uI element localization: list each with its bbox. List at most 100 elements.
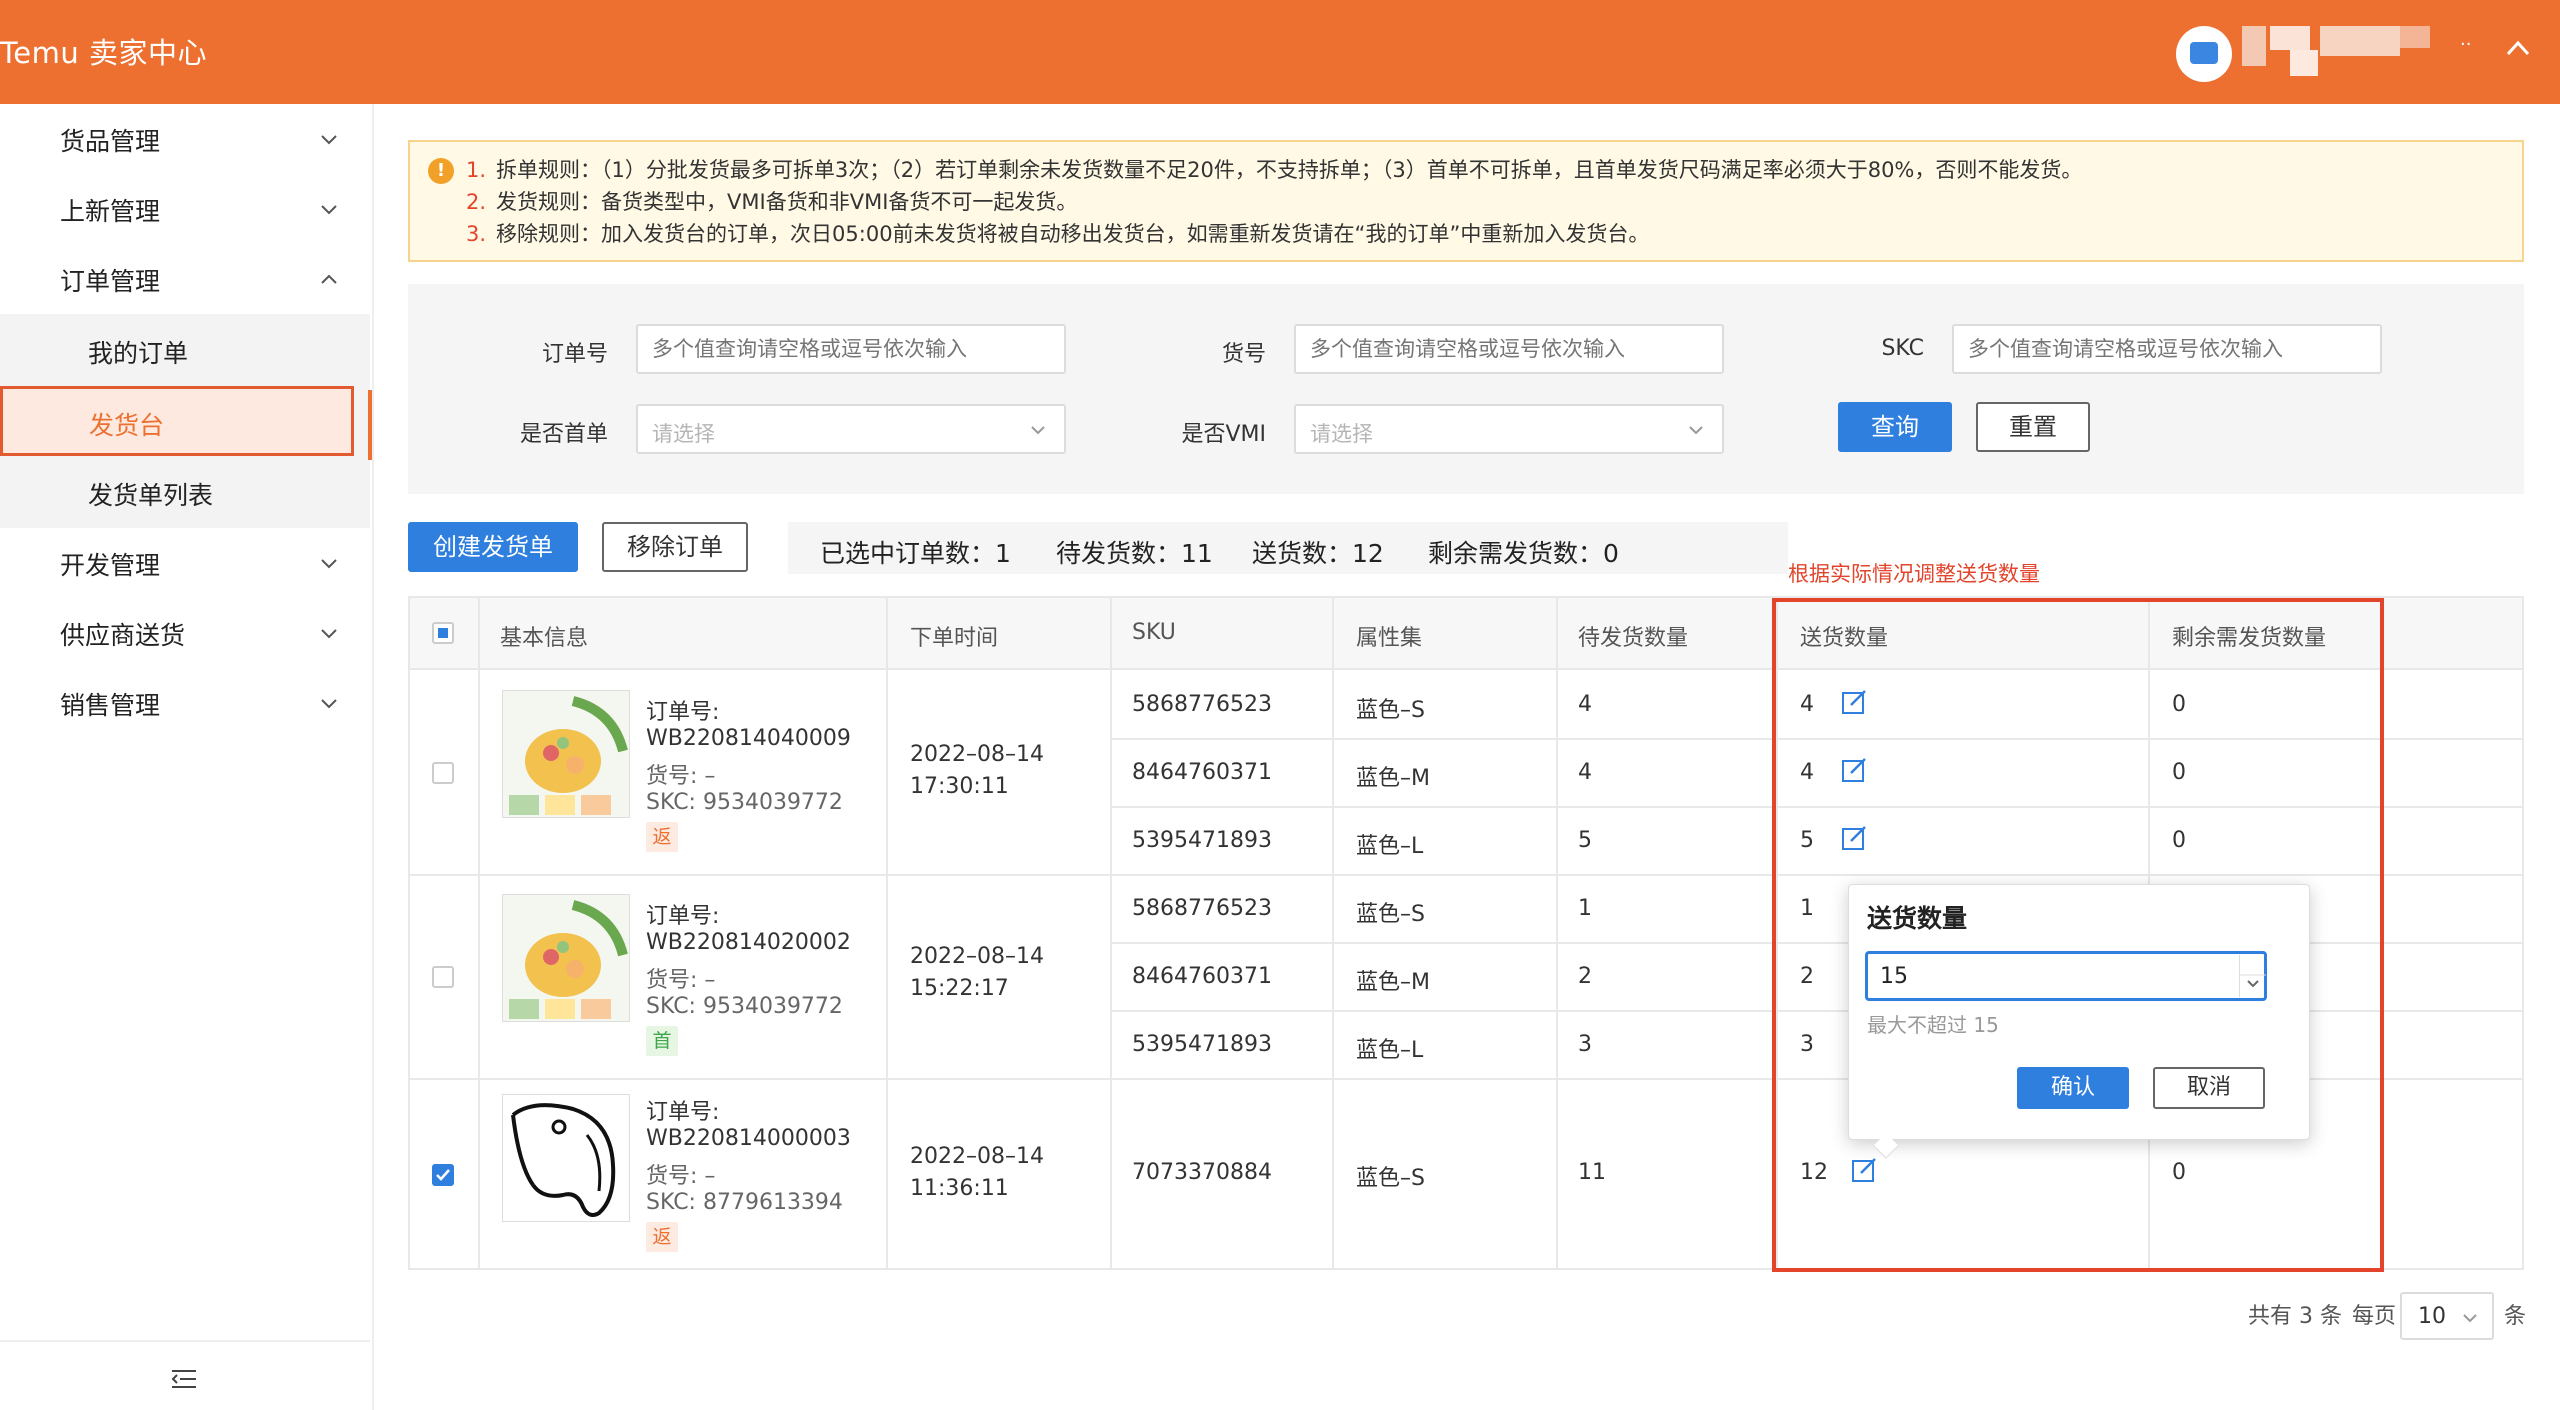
pending-qty: 3	[1578, 1032, 1592, 1057]
sidebar-item-label: 我的订单	[88, 339, 189, 368]
sidebar-item-my-orders[interactable]: 我的订单	[0, 314, 370, 384]
confirm-button[interactable]: 确认	[2017, 1067, 2129, 1109]
sku: 5395471893	[1132, 1032, 1272, 1057]
sidebar-item-label: 货品管理	[60, 127, 161, 156]
chevron-down-icon	[321, 559, 337, 569]
order-no-input[interactable]	[636, 324, 1066, 374]
per-page-label: 每页	[2352, 1304, 2397, 1329]
sidebar-item-label: 发货台	[89, 411, 165, 440]
first-order-select[interactable]: 请选择	[636, 404, 1066, 454]
col-divider	[1556, 598, 1558, 1268]
col-divider	[1110, 598, 1112, 1268]
row-checkbox[interactable]	[432, 1164, 454, 1186]
col-divider	[1332, 598, 1334, 1268]
orders-submenu: 我的订单 发货台 发货单列表	[0, 314, 370, 528]
chevron-down-icon	[1689, 426, 1703, 435]
tea-product-image	[503, 691, 629, 817]
active-indicator	[368, 390, 372, 460]
reset-button[interactable]: 重置	[1976, 402, 2090, 452]
page-size-select[interactable]: 10	[2400, 1292, 2494, 1340]
sidebar-item-label: 订单管理	[60, 267, 161, 296]
max-hint: 最大不超过 15	[1867, 1013, 1999, 1037]
chevron-up-icon[interactable]	[2500, 30, 2536, 66]
pending-qty: 4	[1578, 692, 1592, 717]
row-checkbox[interactable]	[432, 762, 454, 784]
ship-qty-input[interactable]	[1865, 951, 2267, 1001]
remove-order-button[interactable]: 移除订单	[602, 522, 748, 572]
attribute: 蓝色–L	[1356, 1038, 1424, 1063]
sidebar-item-sales[interactable]: 销售管理	[0, 668, 370, 738]
vmi-select[interactable]: 请选择	[1294, 404, 1724, 454]
return-tag: 返	[646, 822, 678, 852]
row-checkbox[interactable]	[432, 966, 454, 988]
first-order-label: 是否首单	[519, 422, 608, 447]
skc-input[interactable]	[1952, 324, 2382, 374]
sidebar-item-shipment-list[interactable]: 发货单列表	[0, 456, 370, 526]
sidebar-item-supplier-delivery[interactable]: 供应商送货	[0, 598, 370, 668]
chevron-down-icon[interactable]	[2240, 955, 2266, 997]
query-button[interactable]: 查询	[1838, 402, 1952, 452]
brand-title: Temu 卖家中心	[0, 36, 207, 70]
order-time: 15:22:17	[910, 976, 1009, 1001]
store-icon[interactable]	[2176, 26, 2232, 82]
collapse-menu-icon[interactable]	[170, 1368, 198, 1390]
col-attributes: 属性集	[1356, 626, 1423, 651]
sidebar-item-label: 上新管理	[60, 197, 161, 226]
blurred-username	[2400, 26, 2430, 48]
rules-notice: ! 1. 拆单规则：（1）分批发货最多可拆单3次；（2）若订单剩余未发货数量不足2…	[408, 140, 2524, 262]
blurred-username	[2290, 50, 2318, 76]
blurred-username	[2270, 26, 2310, 50]
sidebar-item-products[interactable]: 货品管理	[0, 104, 370, 174]
annotation-label: 根据实际情况调整送货数量	[1788, 562, 2040, 586]
unit-label: 条	[2504, 1304, 2527, 1329]
skc: SKC: 9534039772	[646, 994, 843, 1019]
remaining-count: 剩余需发货数：0	[1428, 539, 1619, 568]
first-order-tag: 首	[646, 1026, 678, 1056]
attribute: 蓝色–S	[1356, 902, 1425, 927]
return-tag: 返	[646, 1222, 678, 1252]
sidebar-item-label: 开发管理	[60, 551, 161, 580]
selected-count: 已选中订单数：1	[820, 539, 1011, 568]
filter-panel: 订单号 货号 SKC 是否首单 请选择 是否VMI 请选择 查询 重置	[408, 284, 2524, 494]
pending-qty: 11	[1578, 1160, 1606, 1185]
sku: 5395471893	[1132, 828, 1272, 853]
sidebar-item-label: 销售管理	[60, 691, 161, 720]
sidebar-item-orders[interactable]: 订单管理	[0, 244, 370, 314]
sidebar-collapse[interactable]	[0, 1340, 370, 1410]
product-thumbnail	[502, 894, 630, 1022]
sidebar-item-new-listing[interactable]: 上新管理	[0, 174, 370, 244]
col-sku: SKU	[1132, 620, 1176, 645]
item-no-input[interactable]	[1294, 324, 1724, 374]
qty-stepper[interactable]	[2239, 955, 2266, 997]
sidebar-item-shipping-desk[interactable]: 发货台	[0, 386, 354, 456]
chevron-up-icon	[321, 274, 337, 284]
account-area[interactable]: ··	[2160, 20, 2560, 82]
checkmark-icon	[436, 1169, 450, 1181]
create-shipment-button[interactable]: 创建发货单	[408, 522, 578, 572]
action-bar: 创建发货单 移除订单 已选中订单数：1 待发货数：11 送货数：12 剩余需发货…	[408, 522, 2524, 574]
skc: SKC: 8779613394	[646, 1190, 843, 1215]
chevron-down-icon	[2463, 1314, 2477, 1323]
pending-count: 待发货数：11	[1056, 539, 1213, 568]
pending-qty: 4	[1578, 760, 1592, 785]
order-time: 11:36:11	[910, 1176, 1009, 1201]
item-no: 货号: –	[646, 1164, 716, 1189]
notice-line: 2. 发货规则：备货类型中，VMI备货和非VMI备货不可一起发货。	[466, 190, 1078, 214]
total-count: 共有 3 条	[2248, 1304, 2342, 1329]
pending-qty: 5	[1578, 828, 1592, 853]
sidebar-item-label: 供应商送货	[60, 621, 186, 650]
attribute: 蓝色–S	[1356, 1166, 1425, 1191]
blurred-username	[2242, 26, 2266, 66]
attribute: 蓝色–L	[1356, 834, 1424, 859]
cancel-button[interactable]: 取消	[2153, 1067, 2265, 1109]
pending-qty: 1	[1578, 896, 1592, 921]
col-divider	[478, 598, 480, 1268]
skc: SKC: 9534039772	[646, 790, 843, 815]
notice-line: 3. 移除规则：加入发货台的订单，次日05:00前未发货将被自动移出发货台，如需重…	[466, 222, 1650, 246]
popover-title: 送货数量	[1867, 904, 1968, 933]
blurred-username	[2320, 26, 2400, 56]
order-no-label: 订单号	[541, 342, 608, 367]
sidebar-item-development[interactable]: 开发管理	[0, 528, 370, 598]
chevron-down-icon	[321, 699, 337, 709]
select-all-checkbox[interactable]	[432, 622, 454, 644]
